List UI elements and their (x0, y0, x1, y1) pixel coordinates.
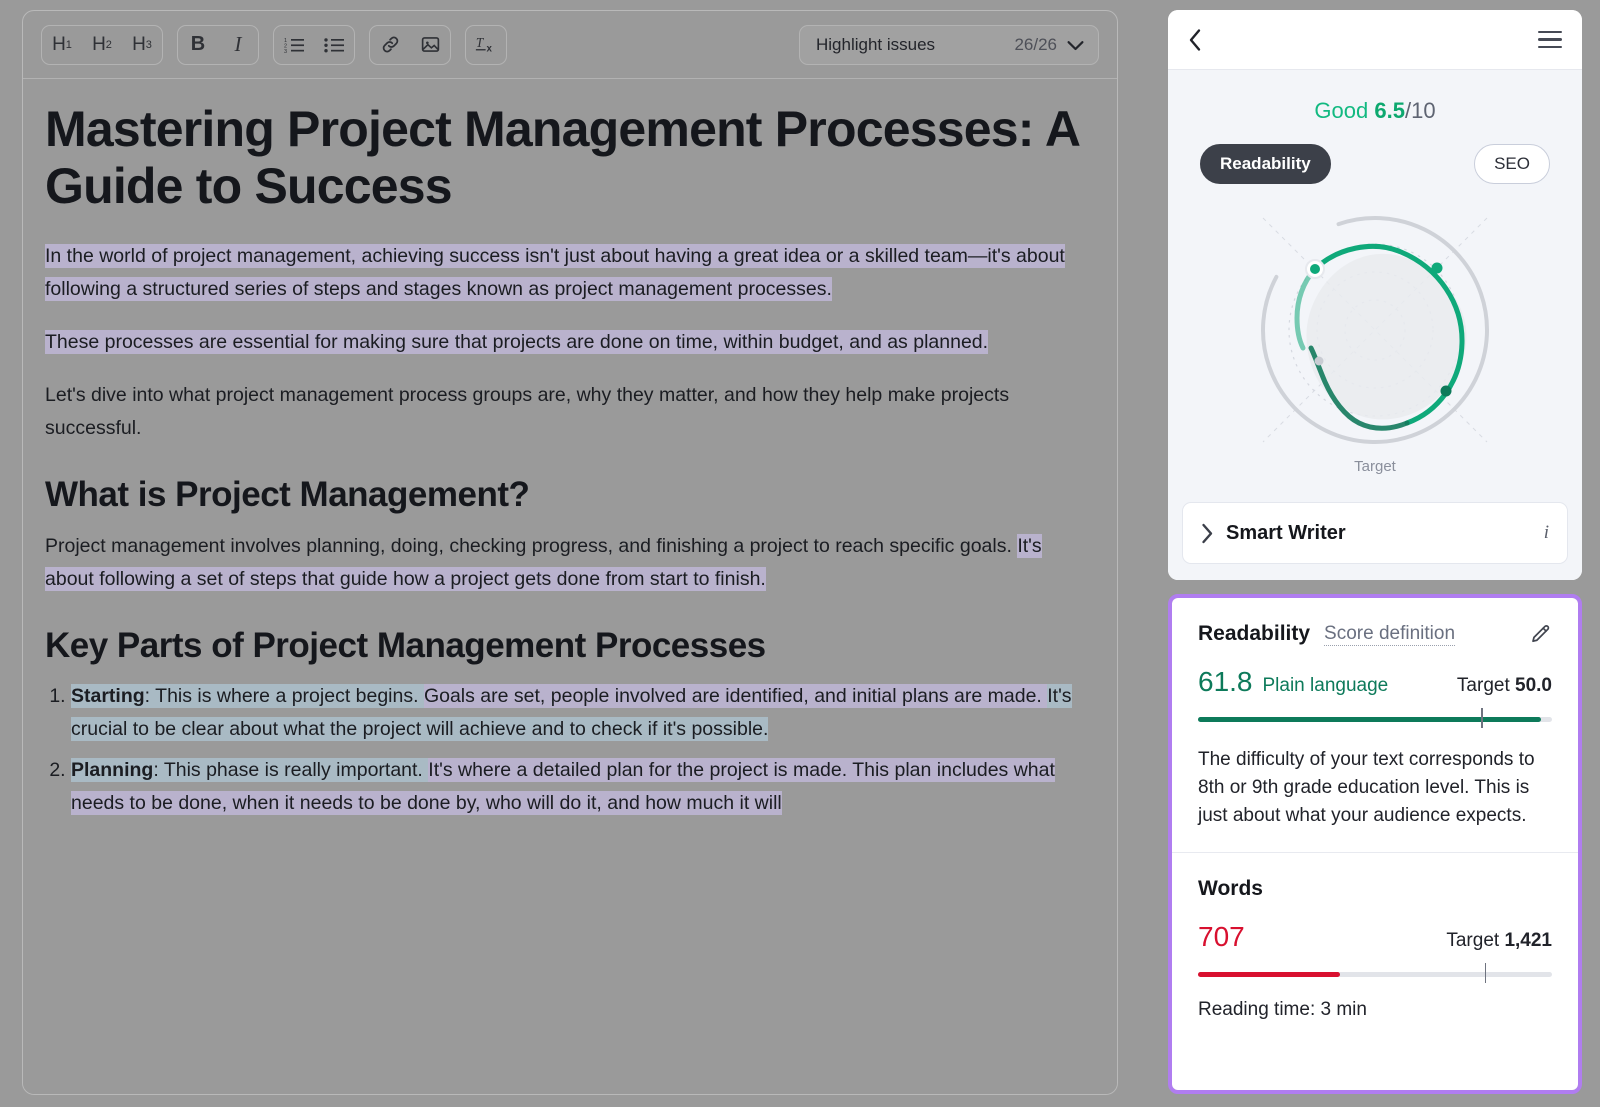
readability-title: Readability (1198, 622, 1311, 645)
document-paragraph: Let's dive into what project management … (45, 384, 1010, 439)
score-rating: Good (1314, 98, 1369, 123)
clear-format-group: T x (465, 24, 507, 65)
app-root: H1 H2 H3 B I 1 2 3 T x Highlight issues … (0, 0, 1600, 1107)
readability-value: 61.8 (1198, 666, 1253, 697)
quality-radar-chart: Target (1168, 180, 1582, 510)
words-target: Target 1,421 (1446, 930, 1552, 952)
chevron-right-icon (1201, 523, 1214, 544)
smart-writer-row[interactable]: Smart Writer i (1182, 502, 1568, 564)
clear-formatting-icon[interactable]: T x (466, 26, 506, 64)
pill-seo[interactable]: SEO (1474, 144, 1550, 184)
metric-pills-top: Readability SEO (1168, 124, 1582, 184)
link-icon[interactable] (370, 26, 410, 64)
panel-header (1168, 10, 1582, 70)
text-style-group: B I (177, 24, 259, 65)
readability-target-marker (1481, 708, 1483, 728)
highlight-issues-dropdown[interactable]: Highlight issues 26/26 (799, 25, 1099, 65)
score-value: 6.5 (1374, 98, 1405, 123)
readability-target-value: 50.0 (1515, 675, 1552, 696)
words-target-value: 1,421 (1504, 930, 1552, 951)
h1-button[interactable]: H1 (42, 26, 82, 64)
svg-text:x: x (486, 44, 492, 55)
words-value: 707 (1198, 921, 1245, 952)
h3-button[interactable]: H3 (122, 26, 162, 64)
words-target-label: Target (1446, 930, 1500, 951)
readability-details-card: Readability Score definition 61.8 Plain … (1168, 594, 1582, 1094)
list-button-group: 1 2 3 (273, 24, 355, 65)
score-denominator: /10 (1404, 98, 1436, 123)
section-heading: What is Project Management? (45, 475, 530, 514)
words-progress-bar (1198, 963, 1552, 983)
document-body[interactable]: Mastering Project Management Processes: … (23, 79, 1117, 1094)
words-bar-fill (1198, 972, 1340, 977)
analysis-panel: Good 6.5/10 Readability SEO Target Smart… (1168, 10, 1582, 1097)
document-paragraph: In the world of project management, achi… (45, 244, 1065, 301)
bold-button[interactable]: B (178, 26, 218, 64)
readability-description: The difficulty of your text corresponds … (1198, 749, 1535, 826)
document-fade-overlay (23, 1048, 1117, 1094)
pencil-icon[interactable] (1529, 623, 1552, 646)
words-section: Words 707 Target 1,421 Reading time: 3 m… (1172, 852, 1578, 1043)
document-paragraph: These processes are essential for making… (45, 330, 989, 354)
score-definition-link[interactable]: Score definition (1324, 623, 1456, 646)
list-item: Starting: This is where a project begins… (71, 680, 1093, 746)
readability-target-label: Target (1456, 675, 1510, 696)
readability-progress-bar (1198, 708, 1552, 728)
words-target-marker (1484, 963, 1487, 983)
readability-bar-fill (1198, 717, 1542, 722)
info-icon[interactable]: i (1544, 522, 1549, 544)
editor-toolbar: H1 H2 H3 B I 1 2 3 T x Highlight issues … (23, 11, 1117, 79)
smart-writer-label: Smart Writer (1226, 521, 1346, 544)
ordered-list-icon[interactable]: 1 2 3 (274, 26, 314, 64)
list-item: Planning: This phase is really important… (71, 754, 1093, 820)
pill-readability[interactable]: Readability (1200, 144, 1331, 184)
svg-text:3: 3 (284, 49, 287, 54)
section-heading: Key Parts of Project Management Processe… (45, 625, 766, 665)
readability-target: Target 50.0 (1457, 675, 1552, 697)
highlight-issues-label: Highlight issues (816, 35, 936, 54)
radar-svg (1261, 216, 1489, 445)
image-icon[interactable] (410, 26, 450, 64)
svg-text:T: T (475, 35, 484, 50)
radar-target-label: Target (1354, 458, 1396, 475)
heading-button-group: H1 H2 H3 (41, 24, 163, 65)
words-title: Words (1198, 877, 1263, 900)
document-paragraph: Project management involves planning, do… (45, 533, 1042, 591)
document-title: Mastering Project Management Processes: … (45, 101, 1079, 214)
reading-time: Reading time: 3 min (1198, 999, 1367, 1020)
unordered-list-icon[interactable] (314, 26, 354, 64)
overall-score: Good 6.5/10 (1168, 90, 1582, 124)
editor-panel: H1 H2 H3 B I 1 2 3 T x Highlight issues … (22, 10, 1118, 1095)
chevron-left-icon[interactable] (1188, 28, 1203, 52)
document-ordered-list: Starting: This is where a project begins… (45, 680, 1093, 820)
readability-section: Readability Score definition 61.8 Plain … (1172, 598, 1578, 852)
hamburger-menu-icon[interactable] (1538, 30, 1562, 49)
chevron-down-icon (1067, 40, 1084, 51)
score-card: Good 6.5/10 Readability SEO Target Smart… (1168, 10, 1582, 580)
insert-group (369, 24, 451, 65)
highlight-issues-count: 26/26 (1014, 35, 1057, 54)
document-blocks: In the world of project management, achi… (45, 240, 1093, 820)
readability-value-tag: Plain language (1262, 675, 1389, 696)
h2-button[interactable]: H2 (82, 26, 122, 64)
italic-button[interactable]: I (218, 26, 258, 64)
